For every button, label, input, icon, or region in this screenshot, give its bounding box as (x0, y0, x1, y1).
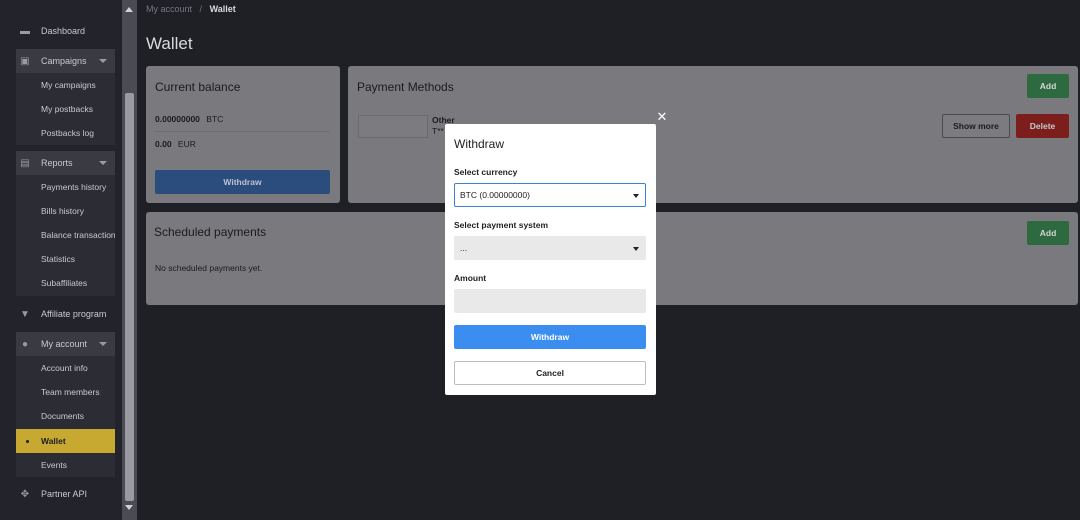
api-icon: ✥ (20, 488, 30, 500)
payment-system-select[interactable]: ... (454, 236, 646, 260)
sidebar-nav: ▬ Dashboard ▣ Campaigns My campaigns My … (0, 0, 122, 520)
scroll-thumb[interactable] (125, 93, 134, 501)
modal-title: Withdraw (454, 137, 505, 151)
sidebar-item-team-members[interactable]: Team members (16, 380, 115, 404)
sidebar-item-my-postbacks[interactable]: My postbacks (16, 97, 115, 121)
sidebar-item-documents[interactable]: Documents (16, 404, 115, 428)
campaign-icon: ▣ (20, 55, 30, 67)
modal-cancel-button[interactable]: Cancel (454, 361, 646, 385)
withdraw-button[interactable]: Withdraw (155, 170, 330, 194)
payment-method-logo (358, 115, 428, 138)
page-title: Wallet (146, 34, 193, 53)
delete-button[interactable]: Delete (1016, 114, 1069, 138)
currency-label: Select currency (454, 167, 518, 177)
balance-amount: 0.00000000 (155, 114, 200, 124)
payment-system-select-value: ... (460, 243, 468, 253)
breadcrumb-current: Wallet (209, 4, 236, 14)
empty-state-text: No scheduled payments yet. (155, 263, 263, 273)
sidebar-item-balance-transactions[interactable]: Balance transactions (16, 223, 115, 247)
sidebar-group-reports[interactable]: ▤ Reports (16, 151, 115, 175)
caret-down-icon (633, 194, 639, 198)
sidebar-item-label: Affiliate program (41, 309, 107, 319)
sidebar-scrollbar[interactable] (122, 0, 137, 520)
amount-input[interactable] (454, 289, 646, 313)
sidebar-item-wallet[interactable]: Wallet (16, 429, 115, 453)
balance-currency: EUR (177, 139, 196, 149)
sidebar-item-account-info[interactable]: Account info (16, 356, 115, 380)
add-payment-method-button[interactable]: Add (1027, 74, 1069, 98)
payment-system-label: Select payment system (454, 220, 549, 230)
sidebar-item-payments-history[interactable]: Payments history (16, 175, 115, 199)
report-icon: ▤ (20, 157, 30, 169)
sidebar-item-postbacks-log[interactable]: Postbacks log (16, 121, 115, 145)
chevron-down-icon (99, 161, 107, 165)
current-balance-card: Current balance 0.00000000 BTC 0.00 EUR … (146, 66, 340, 203)
card-title: Scheduled payments (154, 225, 267, 239)
sidebar-item-label: Partner API (41, 489, 88, 499)
show-more-button[interactable]: Show more (942, 114, 1010, 138)
balance-row-btc: 0.00000000 BTC (155, 114, 223, 124)
dashboard-icon: ▬ (20, 25, 30, 37)
sidebar-item-my-campaigns[interactable]: My campaigns (16, 73, 115, 97)
scroll-down-icon[interactable] (125, 505, 133, 510)
sidebar-item-statistics[interactable]: Statistics (16, 247, 115, 271)
sidebar-item-dashboard[interactable]: ▬ Dashboard (16, 19, 115, 43)
sidebar-item-bills-history[interactable]: Bills history (16, 199, 115, 223)
sidebar-group-campaigns[interactable]: ▣ Campaigns (16, 49, 115, 73)
amount-label: Amount (454, 273, 487, 283)
scroll-up-icon[interactable] (125, 7, 133, 12)
breadcrumb: My account / Wallet (146, 4, 236, 14)
sidebar-item-subaffiliates[interactable]: Subaffiliates (16, 271, 115, 295)
payment-method-account: T** (432, 126, 444, 136)
withdraw-modal: Withdraw Select currency BTC (0.00000000… (445, 124, 656, 395)
modal-withdraw-button[interactable]: Withdraw (454, 325, 646, 349)
card-title: Current balance (155, 80, 241, 94)
card-title: Payment Methods (357, 80, 454, 94)
chevron-down-icon (99, 59, 107, 63)
sidebar-group-my-account[interactable]: ● My account (16, 332, 115, 356)
currency-select[interactable]: BTC (0.00000000) (454, 183, 646, 207)
sidebar-item-label: Dashboard (41, 26, 86, 36)
close-icon[interactable]: ✕ (656, 110, 668, 123)
chevron-down-icon (99, 342, 107, 346)
balance-row-eur: 0.00 EUR (155, 139, 196, 149)
chevron-down-icon: ▼ (20, 308, 30, 320)
sidebar: ▬ Dashboard ▣ Campaigns My campaigns My … (0, 0, 137, 520)
sidebar-group-label: Campaigns (41, 56, 87, 66)
user-icon: ● (21, 338, 29, 350)
sidebar-group-label: Reports (41, 158, 73, 168)
sidebar-item-partner-api[interactable]: ✥ Partner API (16, 482, 115, 506)
balance-amount: 0.00 (155, 139, 172, 149)
balance-currency: BTC (206, 114, 224, 124)
sidebar-item-affiliate-program[interactable]: ▼ Affiliate program (16, 302, 115, 326)
breadcrumb-separator: / (199, 4, 203, 14)
add-scheduled-payment-button[interactable]: Add (1027, 221, 1069, 245)
caret-down-icon (633, 247, 639, 251)
divider (155, 131, 330, 132)
sidebar-group-label: My account (41, 339, 88, 349)
sidebar-item-events[interactable]: Events (16, 453, 115, 477)
breadcrumb-parent[interactable]: My account (146, 4, 192, 14)
currency-select-value: BTC (0.00000000) (460, 190, 530, 200)
